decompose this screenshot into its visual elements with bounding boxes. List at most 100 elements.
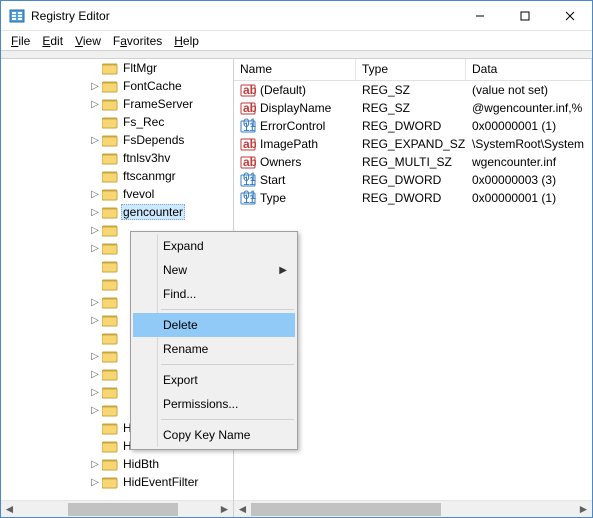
maximize-button[interactable] [502, 1, 547, 30]
value-data: (value not set) [466, 83, 592, 97]
value-data: wgencounter.inf [466, 155, 592, 169]
minimize-button[interactable] [457, 1, 502, 30]
tree-item[interactable]: ftnlsv3hv [1, 149, 233, 167]
list-hscrollbar[interactable]: ◄ ► [234, 500, 592, 517]
menu-favorites[interactable]: Favorites [107, 32, 168, 50]
tree-item[interactable]: Fs_Rec [1, 113, 233, 131]
tree-item[interactable]: ▷ FsDepends [1, 131, 233, 149]
svg-text:110: 110 [243, 120, 256, 134]
svg-text:ab: ab [243, 155, 256, 169]
folder-icon [102, 169, 118, 183]
value-type: REG_SZ [356, 83, 466, 97]
list-row[interactable]: abDisplayNameREG_SZ@wgencounter.inf,% [234, 99, 592, 117]
expander-icon[interactable]: ▷ [89, 387, 101, 398]
value-name: Start [260, 173, 285, 187]
expander-icon[interactable]: ▷ [89, 189, 101, 200]
column-header-data[interactable]: Data [466, 59, 592, 80]
menu-view[interactable]: View [69, 32, 107, 50]
svg-text:ab: ab [243, 83, 256, 97]
value-name: Type [260, 191, 286, 205]
svg-text:ab: ab [243, 101, 256, 115]
ctx-permissions[interactable]: Permissions... [133, 392, 295, 416]
menu-help[interactable]: Help [168, 32, 205, 50]
tree-item[interactable]: ▷fvevol [1, 185, 233, 203]
scroll-left-icon[interactable]: ◄ [234, 501, 251, 518]
tree-item-label: FontCache [121, 79, 184, 93]
folder-icon [102, 421, 118, 435]
expander-icon[interactable]: ▷ [89, 477, 101, 488]
folder-icon [102, 223, 118, 237]
ctx-delete[interactable]: Delete [133, 313, 295, 337]
expander-icon[interactable]: ▷ [89, 315, 101, 326]
list-row[interactable]: abOwnersREG_MULTI_SZwgencounter.inf [234, 153, 592, 171]
tree-hscroll-thumb[interactable] [68, 503, 178, 516]
tree-item-label: HidEventFilter [121, 475, 200, 489]
scroll-left-icon[interactable]: ◄ [1, 501, 18, 518]
folder-icon [102, 457, 118, 471]
menu-bar: File Edit View Favorites Help [1, 31, 592, 51]
context-separator [161, 364, 294, 365]
tree-item[interactable]: ▷ HidEventFilter [1, 473, 233, 491]
ctx-rename[interactable]: Rename [133, 337, 295, 361]
folder-icon [102, 151, 118, 165]
folder-icon [102, 133, 118, 147]
tree-item[interactable]: ▷gencounter [1, 203, 233, 221]
tree-item-label: FrameServer [121, 97, 195, 111]
folder-icon [102, 403, 118, 417]
scroll-right-icon[interactable]: ► [575, 501, 592, 518]
tree-item[interactable]: FltMgr [1, 59, 233, 77]
expander-icon[interactable]: ▷ [89, 99, 101, 110]
value-name: ErrorControl [260, 119, 325, 133]
expander-icon[interactable]: ▷ [89, 369, 101, 380]
expander-icon[interactable]: ▷ [89, 459, 101, 470]
column-header-name[interactable]: Name [234, 59, 356, 80]
value-data: 0x00000003 (3) [466, 173, 592, 187]
value-type: REG_DWORD [356, 119, 466, 133]
expander-icon[interactable]: ▷ [89, 243, 101, 254]
value-type: REG_EXPAND_SZ [356, 137, 466, 151]
tree-item[interactable]: ▷HidBth [1, 455, 233, 473]
tree-item-label: ftnlsv3hv [121, 151, 172, 165]
ctx-new[interactable]: New▶ [133, 258, 295, 282]
list-row[interactable]: 011110TypeREG_DWORD0x00000001 (1) [234, 189, 592, 207]
scroll-right-icon[interactable]: ► [216, 501, 233, 518]
folder-icon [102, 349, 118, 363]
menu-edit[interactable]: Edit [36, 32, 69, 50]
expander-icon[interactable]: ▷ [89, 135, 101, 146]
tree-hscrollbar[interactable]: ◄ ► [1, 500, 233, 517]
expander-icon[interactable]: ▷ [89, 297, 101, 308]
list-row[interactable]: ab(Default)REG_SZ(value not set) [234, 81, 592, 99]
ctx-expand[interactable]: Expand [133, 234, 295, 258]
tree-item[interactable]: ▷ FrameServer [1, 95, 233, 113]
list-row[interactable]: 011110ErrorControlREG_DWORD0x00000001 (1… [234, 117, 592, 135]
list-row[interactable]: 011110StartREG_DWORD0x00000003 (3) [234, 171, 592, 189]
submenu-arrow-icon: ▶ [279, 265, 287, 276]
expander-icon[interactable]: ▷ [89, 207, 101, 218]
value-name: Owners [260, 155, 301, 169]
menu-file[interactable]: File [5, 32, 36, 50]
list-hscroll-thumb[interactable] [251, 503, 441, 516]
close-button[interactable] [547, 1, 592, 30]
expander-icon[interactable]: ▷ [89, 225, 101, 236]
expander-icon[interactable]: ▷ [89, 81, 101, 92]
folder-icon [102, 439, 118, 453]
folder-icon [102, 313, 118, 327]
column-header-type[interactable]: Type [356, 59, 466, 80]
folder-icon [102, 475, 118, 489]
folder-icon [102, 205, 118, 219]
ctx-export[interactable]: Export [133, 368, 295, 392]
tree-item[interactable]: ▷ FontCache [1, 77, 233, 95]
tree-item[interactable]: ftscanmgr [1, 167, 233, 185]
tree-item-label: FsDepends [121, 133, 186, 147]
expander-icon[interactable]: ▷ [89, 405, 101, 416]
title-bar: Registry Editor [1, 1, 592, 31]
ctx-find[interactable]: Find... [133, 282, 295, 306]
value-binary-icon: 011110 [240, 118, 256, 134]
expander-icon[interactable]: ▷ [89, 351, 101, 362]
value-type: REG_SZ [356, 101, 466, 115]
context-separator [161, 419, 294, 420]
list-row[interactable]: abImagePathREG_EXPAND_SZ\SystemRoot\Syst… [234, 135, 592, 153]
svg-text:ab: ab [243, 137, 256, 151]
value-binary-icon: 011110 [240, 190, 256, 206]
ctx-copy-key-name[interactable]: Copy Key Name [133, 423, 295, 447]
